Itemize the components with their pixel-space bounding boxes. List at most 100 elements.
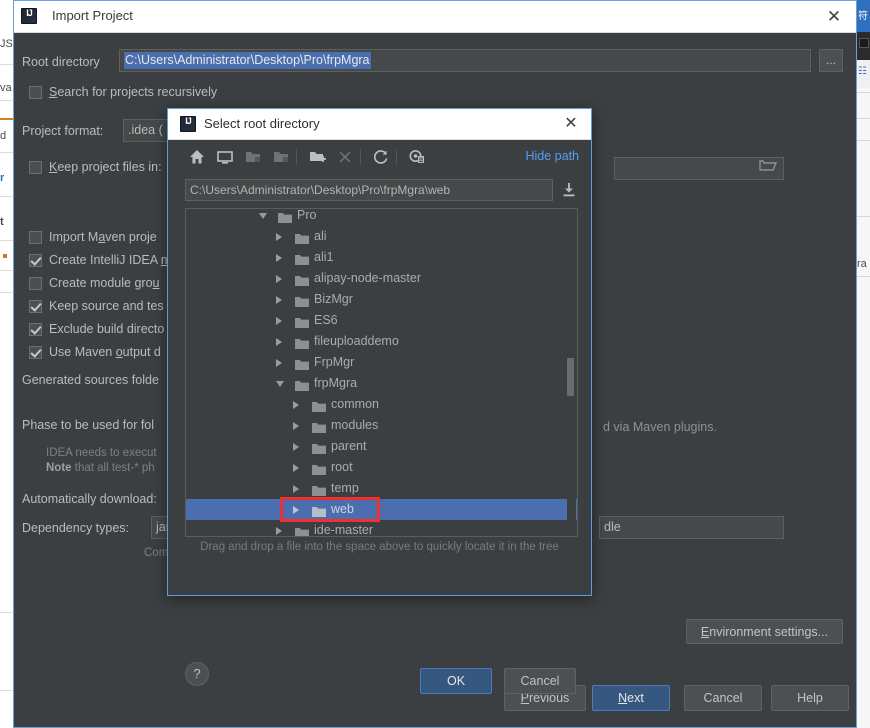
hide-path-link[interactable]: Hide path <box>525 149 579 163</box>
tree-row-label: root <box>331 460 353 474</box>
tree-scrollbar[interactable] <box>567 210 576 535</box>
create-intellij-modules-checkbox[interactable] <box>29 254 42 267</box>
keep-project-files-checkbox[interactable] <box>29 161 42 174</box>
maven-plugins-fragment: d via Maven plugins. <box>603 420 717 434</box>
cancel-button[interactable]: Cancel <box>684 685 762 711</box>
screen: JS va d r t 符 ☷ ra Import Project <box>0 0 870 728</box>
cancel-button[interactable]: Cancel <box>504 668 576 694</box>
tree-row[interactable]: modules <box>186 415 577 436</box>
directory-tree[interactable]: Pro ali ali1 <box>185 208 578 537</box>
bg-right-fragment-0: ra <box>857 258 870 270</box>
chevron-right-icon[interactable] <box>276 527 282 535</box>
new-folder-icon[interactable] <box>308 148 326 166</box>
help-button[interactable]: ? <box>185 662 209 686</box>
folder-icon <box>295 252 309 263</box>
bg-divider <box>0 196 13 197</box>
tree-row[interactable]: FrpMgr <box>186 352 577 373</box>
project-format-label: Project format: <box>22 124 103 138</box>
close-icon[interactable]: ✕ <box>812 1 856 32</box>
tree-row[interactable]: parent <box>186 436 577 457</box>
tree-row[interactable]: temp <box>186 478 577 499</box>
toolbar-separator <box>360 149 361 165</box>
tree-row[interactable]: ide-master <box>186 520 577 537</box>
chevron-right-icon[interactable] <box>276 275 282 283</box>
tree-row[interactable]: ali <box>186 226 577 247</box>
import-maven-projects-checkbox[interactable] <box>29 231 42 244</box>
bg-divider <box>0 690 13 691</box>
search-recursively-checkbox[interactable] <box>29 86 42 99</box>
bg-divider <box>0 240 13 241</box>
chevron-right-icon[interactable] <box>293 506 299 514</box>
toolbar-separator <box>396 149 397 165</box>
bg-divider <box>0 152 13 153</box>
chevron-right-icon[interactable] <box>293 443 299 451</box>
ok-button[interactable]: OK <box>420 668 492 694</box>
bg-divider <box>0 612 13 613</box>
folder-icon <box>312 483 326 494</box>
close-icon[interactable]: ✕ <box>551 109 591 139</box>
dependency-types-input-right[interactable]: dle <box>599 516 784 539</box>
tree-row[interactable]: root <box>186 457 577 478</box>
create-module-groups-checkbox[interactable] <box>29 277 42 290</box>
refresh-icon[interactable] <box>372 148 390 166</box>
folder-icon <box>295 273 309 284</box>
tree-row[interactable]: BizMgr <box>186 289 577 310</box>
chevron-right-icon[interactable] <box>293 401 299 409</box>
chevron-right-icon[interactable] <box>276 233 282 241</box>
bg-divider <box>0 64 13 65</box>
chevron-right-icon[interactable] <box>276 317 282 325</box>
tree-scrollbar-thumb[interactable] <box>567 358 574 396</box>
keep-project-files-label: Keep project files in: <box>49 160 162 174</box>
bg-fragment-3: r <box>0 172 13 184</box>
bg-divider <box>857 140 870 141</box>
chevron-right-icon[interactable] <box>276 359 282 367</box>
help-button[interactable]: Help <box>771 685 849 711</box>
show-hidden-files-icon[interactable] <box>408 148 426 166</box>
root-directory-input[interactable]: C:\Users\Administrator\Desktop\Pro\frpMg… <box>119 49 811 72</box>
keep-project-files-browse-icon[interactable] <box>759 158 781 179</box>
phase-label: Phase to be used for fol <box>22 418 154 432</box>
bg-marker-dot <box>3 254 7 258</box>
chevron-right-icon[interactable] <box>276 338 282 346</box>
import-project-title: Import Project <box>52 8 133 23</box>
environment-settings-button[interactable]: Environment settings... <box>686 619 843 644</box>
select-dialog-title: Select root directory <box>204 116 320 131</box>
tree-row[interactable]: Pro <box>186 208 577 226</box>
tree-row[interactable]: fileuploaddemo <box>186 331 577 352</box>
exclude-build-directory-label: Exclude build directo <box>49 322 164 336</box>
bg-divider <box>0 270 13 271</box>
tree-row-web[interactable]: web <box>186 499 577 520</box>
root-directory-browse-button[interactable]: ... <box>819 49 843 72</box>
chevron-right-icon[interactable] <box>293 422 299 430</box>
chevron-down-icon[interactable] <box>259 213 267 219</box>
exclude-build-directory-checkbox[interactable] <box>29 323 42 336</box>
bg-divider <box>857 276 870 277</box>
dependency-types-label: Dependency types: <box>22 521 129 535</box>
download-icon[interactable] <box>560 181 578 199</box>
chevron-right-icon[interactable] <box>276 296 282 304</box>
tree-row[interactable]: ali1 <box>186 247 577 268</box>
desktop-icon[interactable] <box>216 148 234 166</box>
bg-right-tree-glyph: ☷ <box>858 66 867 77</box>
folder-icon <box>312 441 326 452</box>
keep-source-test-folders-label: Keep source and tes <box>49 299 164 313</box>
tree-row[interactable]: alipay-node-master <box>186 268 577 289</box>
tree-row-label: ali1 <box>314 250 333 264</box>
chevron-right-icon[interactable] <box>276 254 282 262</box>
folder-icon <box>295 315 309 326</box>
tree-row[interactable]: frpMgra <box>186 373 577 394</box>
keep-source-test-folders-checkbox[interactable] <box>29 300 42 313</box>
tree-row[interactable]: common <box>186 394 577 415</box>
chevron-right-icon[interactable] <box>293 464 299 472</box>
generated-sources-label: Generated sources folde <box>22 373 159 387</box>
tree-row[interactable]: ES6 <box>186 310 577 331</box>
next-button[interactable]: Next <box>592 685 670 711</box>
path-input[interactable]: C:\Users\Administrator\Desktop\Pro\frpMg… <box>185 179 553 201</box>
bg-fragment-4: t <box>0 216 13 228</box>
bg-divider <box>0 292 13 293</box>
chevron-right-icon[interactable] <box>293 485 299 493</box>
search-recursively-label: Search for projects recursively <box>49 85 217 99</box>
home-icon[interactable] <box>188 148 206 166</box>
use-maven-output-checkbox[interactable] <box>29 346 42 359</box>
chevron-down-icon[interactable] <box>276 381 284 387</box>
